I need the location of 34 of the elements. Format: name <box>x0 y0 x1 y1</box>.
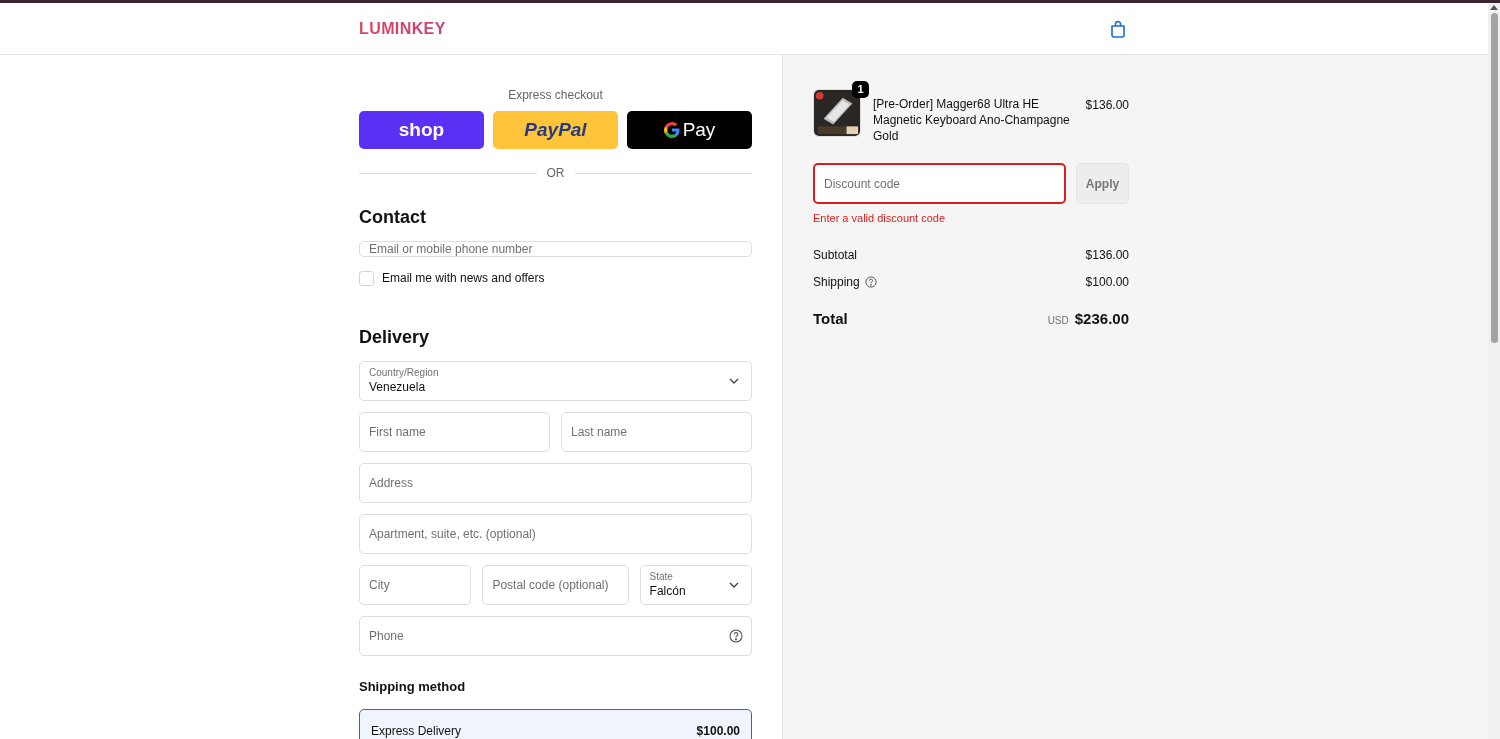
product-name: [Pre-Order] Magger68 Ultra HE Magnetic Keyboard Ano-Champagne Gold <box>873 96 1071 144</box>
shipping-option[interactable]: Express Delivery $100.00 <box>359 708 752 739</box>
apply-button[interactable]: Apply <box>1076 163 1129 204</box>
help-icon[interactable] <box>864 275 877 288</box>
product-price: $136.00 <box>1085 97 1129 114</box>
summary-value: $100.00 <box>1085 273 1129 291</box>
section-label: Express checkout <box>508 87 603 104</box>
input-field[interactable]: Discount code <box>813 163 1066 204</box>
section-heading: Shipping method <box>359 678 467 696</box>
checkbox-label: Email me with news and offers <box>382 270 545 287</box>
total-label: Total <box>813 308 848 329</box>
select-field[interactable]: Country/Region Venezuela <box>359 361 752 401</box>
shopping-bag-icon[interactable] <box>1110 19 1126 38</box>
summary-label: Subtotal <box>813 246 858 264</box>
shop-pay-button[interactable]: shop <box>359 111 484 149</box>
checkbox[interactable] <box>359 270 374 286</box>
section-heading: Contact <box>359 206 427 229</box>
google-pay-button[interactable]: Pay <box>627 111 752 149</box>
quantity-badge: 1 <box>852 81 869 98</box>
separator-text: OR <box>546 165 565 182</box>
summary-value: $136.00 <box>1085 246 1129 264</box>
total-value: $236.00 <box>1074 308 1129 329</box>
scrollbar[interactable] <box>1488 3 1500 739</box>
scrollbar-thumb[interactable] <box>1490 13 1498 343</box>
section-heading: Delivery <box>359 326 431 349</box>
select-field[interactable]: State Falcón <box>639 565 752 605</box>
chevron-down-icon <box>729 378 739 384</box>
help-icon[interactable] <box>729 629 743 643</box>
error-message: Enter a valid discount code <box>813 211 947 226</box>
chevron-down-icon <box>729 582 739 588</box>
g-logo-icon <box>663 122 680 138</box>
paypal-button[interactable]: PayPal <box>493 111 618 149</box>
summary-label: Shipping <box>813 273 860 291</box>
currency-code: USD <box>1047 313 1069 328</box>
